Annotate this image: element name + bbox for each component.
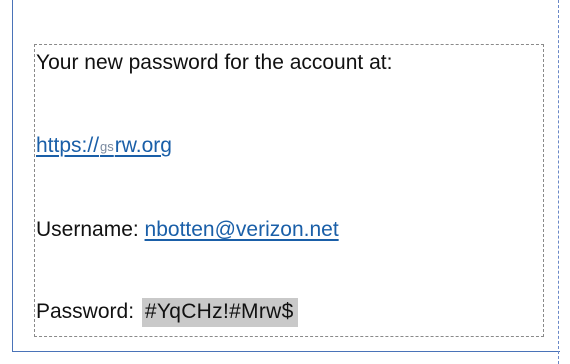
message-heading: Your new password for the account at: [36,52,392,73]
username-email-link[interactable]: nbotten@verizon.net [145,218,339,241]
page-margin-guide [558,0,559,364]
account-url-line: https://gsrw.org [36,135,172,156]
password-value[interactable]: #YqCHz!#Mrw$ [141,298,298,327]
url-prefix: https:// [36,134,100,157]
username-label: Username: [36,218,145,241]
page-left-edge [12,0,13,352]
text-box[interactable] [34,44,544,337]
url-suffix: rw.org [114,134,172,157]
account-url-link[interactable]: https://gsrw.org [36,134,172,157]
url-small-fragment: gs [100,139,114,154]
password-line: Password: #YqCHz!#Mrw$ [36,298,298,327]
password-label: Password: [36,300,140,323]
page-bottom-edge [12,351,560,352]
heading-text: Your new password for the account at: [36,51,393,74]
username-line: Username: nbotten@verizon.net [36,219,339,240]
